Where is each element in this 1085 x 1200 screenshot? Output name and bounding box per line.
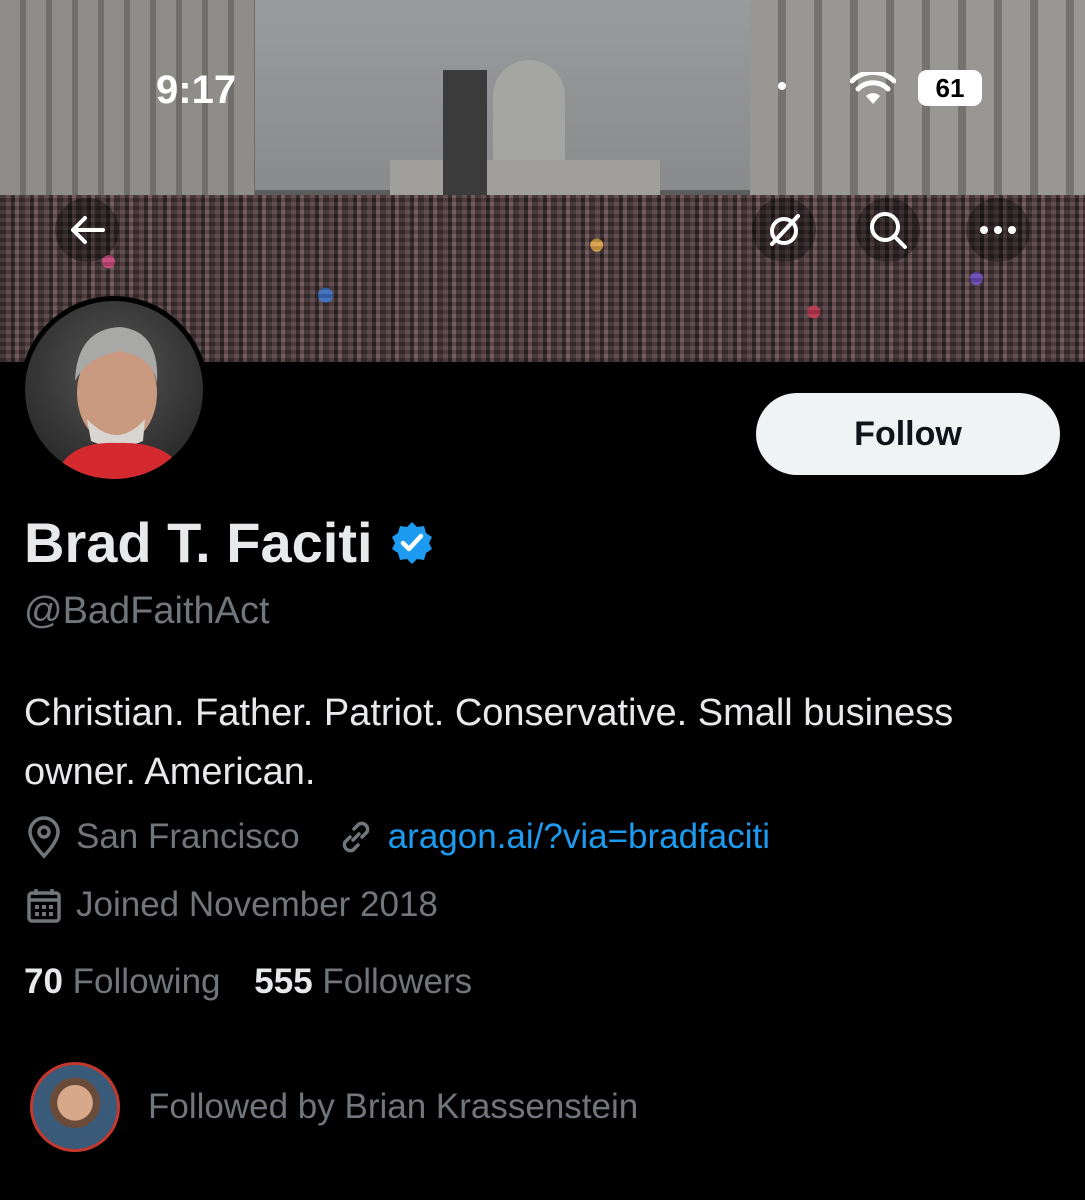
profile-location: San Francisco xyxy=(76,817,300,856)
verified-badge-icon[interactable] xyxy=(389,520,435,566)
calendar-icon xyxy=(24,885,64,925)
followers-link[interactable]: 555 Followers xyxy=(254,962,472,1001)
back-button[interactable] xyxy=(55,198,119,262)
followed-by-text: Followed by Brian Krassenstein xyxy=(148,1087,639,1126)
profile-bio: Christian. Father. Patriot. Conservative… xyxy=(24,692,954,793)
profile-website-link[interactable]: aragon.ai/?via=bradfaciti xyxy=(388,817,770,857)
search-button[interactable] xyxy=(856,198,920,262)
search-icon xyxy=(870,212,907,249)
avatar-photo xyxy=(25,301,203,479)
grok-icon xyxy=(770,214,800,246)
avatar-portrait xyxy=(55,327,185,479)
battery-indicator: 61 xyxy=(918,70,982,106)
profile-name-row: Brad T. Faciti xyxy=(24,510,435,575)
profile-meta-location-row: San Francisco aragon.ai/?via=bradfaciti xyxy=(24,815,770,859)
followers-count: 555 xyxy=(254,962,313,1001)
status-time: 9:17 xyxy=(156,68,237,112)
profile-banner[interactable] xyxy=(0,0,1085,362)
status-dot-icon xyxy=(778,82,786,90)
status-bar: 9:17 61 xyxy=(0,68,1085,112)
profile-joined-date: Joined November 2018 xyxy=(76,885,438,924)
followers-label: Followers xyxy=(322,962,473,1001)
location-pin-icon xyxy=(24,815,64,859)
grok-button[interactable] xyxy=(752,198,816,262)
more-options-button[interactable] xyxy=(966,198,1030,262)
profile-name: Brad T. Faciti xyxy=(24,511,373,574)
profile-handle: @BadFaithAct xyxy=(24,590,270,632)
followed-by-row[interactable]: Followed by Brian Krassenstein xyxy=(30,1062,638,1152)
wifi-icon xyxy=(850,72,896,104)
link-icon xyxy=(336,817,376,857)
followed-by-avatar xyxy=(30,1062,120,1152)
profile-avatar[interactable] xyxy=(20,296,208,484)
follow-button[interactable]: Follow xyxy=(756,393,1060,475)
profile-joined-row: Joined November 2018 xyxy=(24,885,438,925)
more-icon xyxy=(980,226,1016,234)
following-label: Following xyxy=(72,962,221,1001)
back-arrow-icon xyxy=(71,216,105,244)
following-count: 70 xyxy=(24,962,63,1001)
banner-city-hall xyxy=(390,160,660,200)
following-link[interactable]: 70 Following xyxy=(24,962,221,1001)
profile-counts: 70 Following 555 Followers xyxy=(24,962,472,1002)
